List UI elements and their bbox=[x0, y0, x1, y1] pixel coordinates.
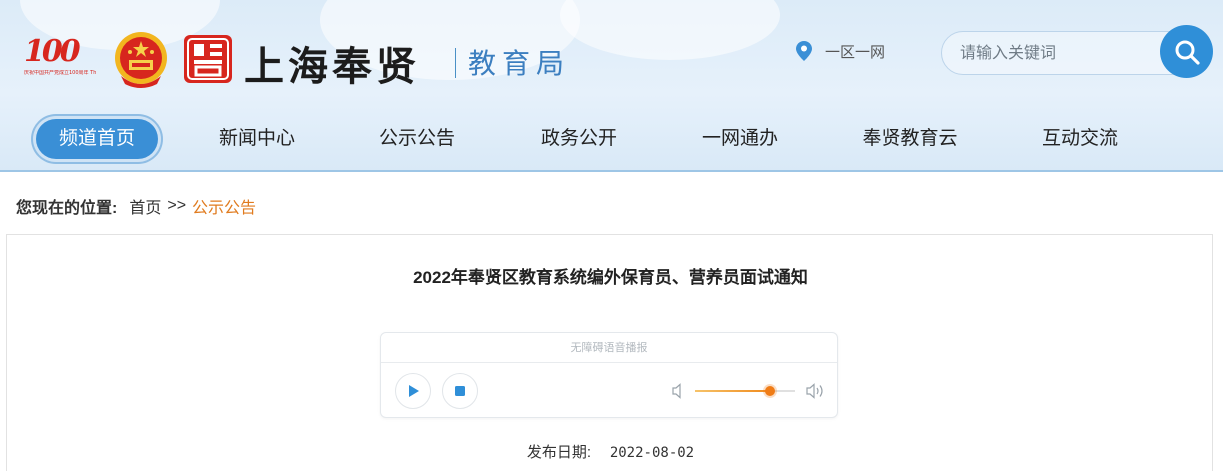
header-cloud-decoration bbox=[560, 0, 780, 60]
region-label: 一区一网 bbox=[825, 43, 886, 61]
publish-date-value: 2022-08-02 bbox=[609, 445, 695, 461]
main-navigation: 频道首页 新闻中心 公示公告 政务公开 一网通办 奉贤教育云 互动交流 bbox=[0, 116, 1223, 164]
publish-date-label: 发布日期: bbox=[526, 444, 592, 461]
play-button[interactable] bbox=[395, 373, 431, 409]
publish-info: 发布日期: 2022-08-02 bbox=[7, 441, 1214, 462]
region-link[interactable]: 一区一网 bbox=[795, 38, 885, 64]
stop-button[interactable] bbox=[442, 373, 478, 409]
centenary-number: 100 bbox=[24, 34, 81, 69]
centenary-logo: 100 庆祝中国共产党成立100周年 The 100th Anniversary… bbox=[24, 34, 96, 82]
search-input[interactable] bbox=[960, 42, 1150, 66]
nav-item-education-cloud[interactable]: 奉贤教育云 bbox=[840, 119, 980, 159]
nav-item-interaction[interactable]: 互动交流 bbox=[1021, 119, 1139, 159]
national-emblem-icon bbox=[115, 32, 167, 88]
breadcrumb-label: 您现在的位置: bbox=[16, 200, 118, 217]
volume-low-icon[interactable] bbox=[671, 383, 685, 399]
centenary-caption: 庆祝中国共产党成立100周年 The 100th Anniversary of … bbox=[24, 70, 96, 76]
site-title: 上海奉贤 bbox=[244, 43, 420, 90]
article-title: 2022年奉贤区教育系统编外保育员、营养员面试通知 bbox=[413, 268, 808, 287]
nav-item-announcements[interactable]: 公示公告 bbox=[358, 119, 476, 159]
nav-item-online-services[interactable]: 一网通办 bbox=[681, 119, 799, 159]
nav-item-news-center[interactable]: 新闻中心 bbox=[198, 119, 316, 159]
play-icon bbox=[409, 385, 419, 397]
voice-broadcast-player: 无障碍语音播报 bbox=[380, 332, 838, 418]
breadcrumb-separator: >> bbox=[167, 197, 187, 214]
search-button[interactable] bbox=[1160, 25, 1213, 78]
volume-slider-handle[interactable] bbox=[765, 386, 775, 396]
breadcrumb-home-link[interactable]: 首页 bbox=[129, 194, 161, 218]
volume-slider[interactable] bbox=[695, 386, 795, 396]
breadcrumb: 您现在的位置: 首页 >> 公示公告 bbox=[16, 194, 256, 218]
location-pin-icon bbox=[796, 41, 812, 61]
fengxian-seal-icon bbox=[184, 35, 232, 83]
search-icon bbox=[1175, 40, 1200, 65]
site-subtitle: 教育局 bbox=[468, 47, 571, 80]
volume-slider-fill bbox=[695, 390, 770, 392]
player-title: 无障碍语音播报 bbox=[381, 333, 837, 363]
site-header: 100 庆祝中国共产党成立100周年 The 100th Anniversary… bbox=[0, 0, 1223, 172]
title-divider bbox=[455, 48, 456, 78]
stop-icon bbox=[455, 386, 465, 396]
breadcrumb-current-link[interactable]: 公示公告 bbox=[192, 194, 256, 218]
article-panel: 2022年奉贤区教育系统编外保育员、营养员面试通知 无障碍语音播报 发布日期: bbox=[6, 234, 1213, 471]
nav-item-government-affairs[interactable]: 政务公开 bbox=[520, 119, 638, 159]
nav-item-channel-home[interactable]: 频道首页 bbox=[36, 119, 158, 159]
volume-high-icon[interactable] bbox=[805, 382, 827, 400]
